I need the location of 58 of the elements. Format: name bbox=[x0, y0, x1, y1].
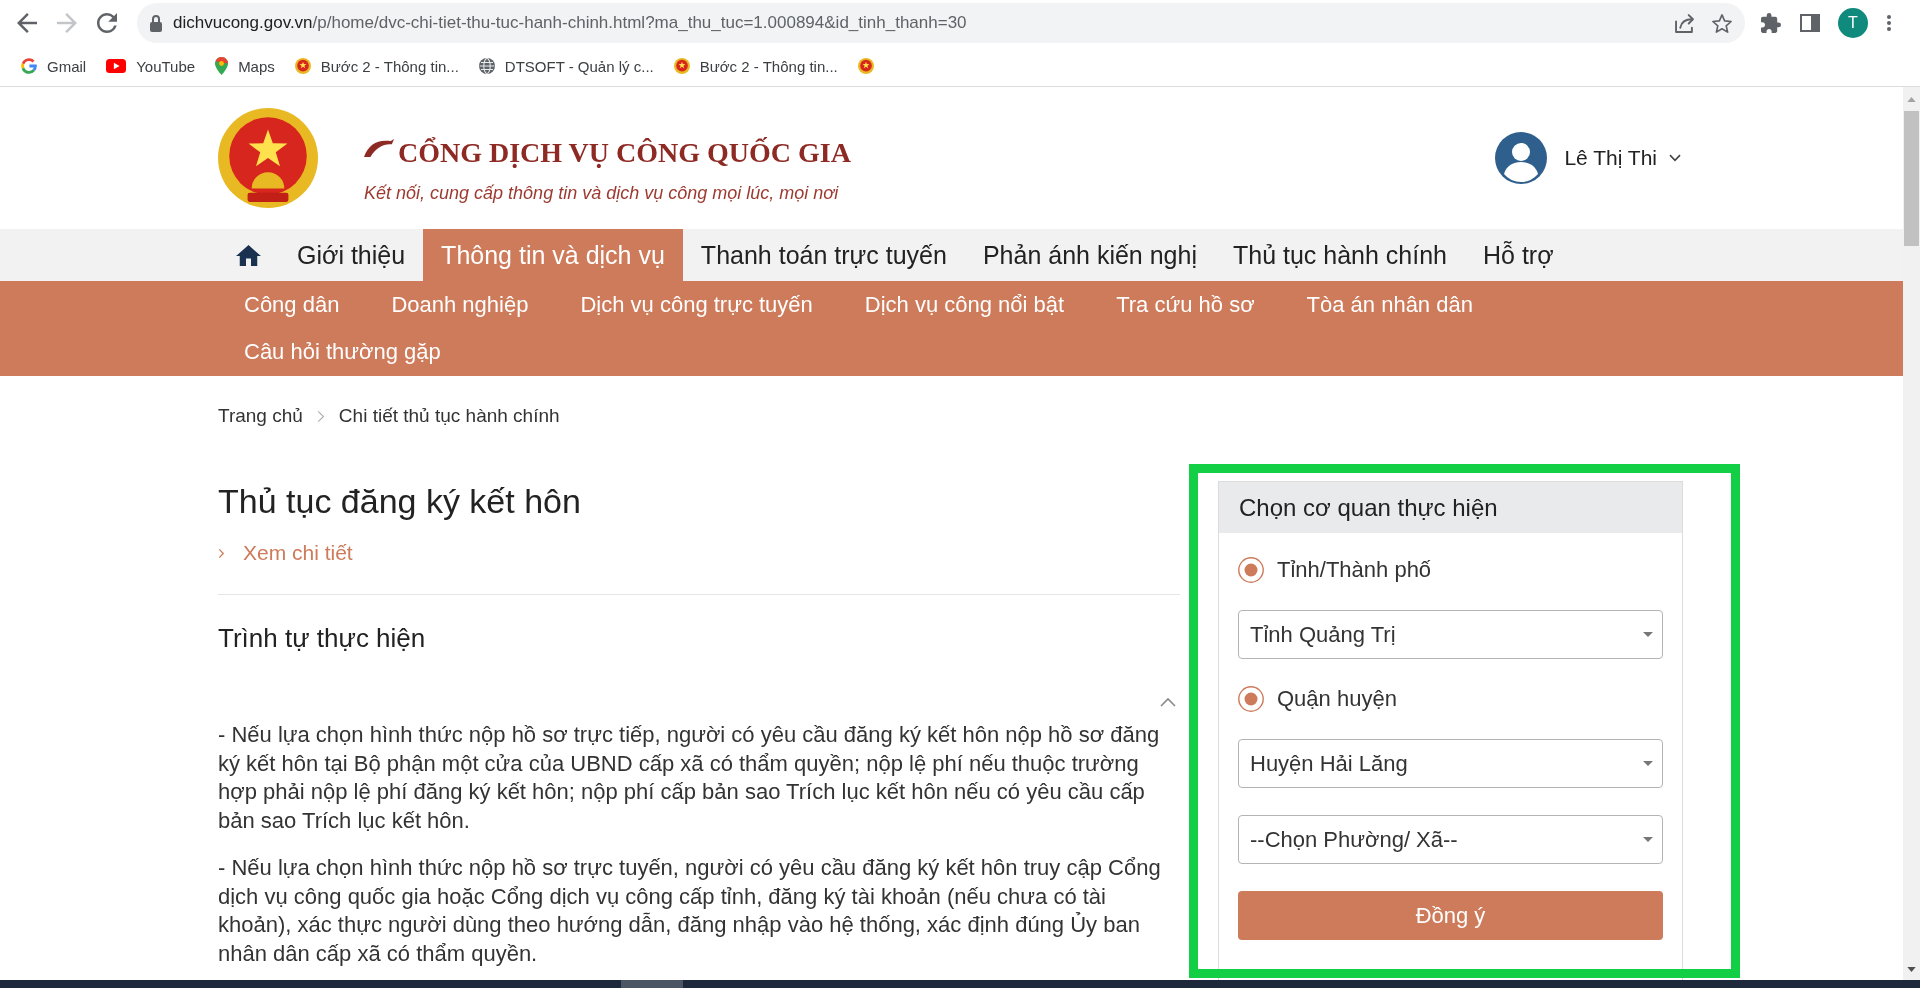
bookmark-item[interactable]: Bước 2 - Thông tin... bbox=[663, 51, 848, 81]
radio-label: Tỉnh/Thành phố bbox=[1277, 557, 1432, 583]
site-tagline: Kết nối, cung cấp thông tin và dịch vụ công mọi lúc, mọi nơi bbox=[364, 182, 840, 205]
menu-tab[interactable]: Phản ánh kiến nghị bbox=[964, 229, 1215, 281]
radio-button[interactable] bbox=[1238, 686, 1264, 712]
address-field[interactable]: dichvucong.gov.vn/p/home/dvc-chi-tiet-thu-tuc-hanh-chinh.html?ma_thu_tuc=1.000894&id_tinh_thanh=30 bbox=[137, 3, 1745, 43]
scroll-down-icon[interactable] bbox=[1907, 967, 1916, 972]
globe-icon bbox=[478, 58, 495, 74]
dropdown[interactable]: --Chọn Phường/ Xã-- bbox=[1238, 815, 1663, 864]
star-emblem-icon bbox=[857, 58, 874, 74]
dropdown[interactable]: Huyện Hải Lăng bbox=[1238, 739, 1663, 788]
back-icon[interactable] bbox=[17, 13, 37, 33]
reload-icon[interactable] bbox=[97, 13, 117, 33]
star-icon[interactable] bbox=[1712, 13, 1732, 33]
caret-down-icon bbox=[1643, 632, 1653, 637]
scrollbar[interactable] bbox=[1903, 87, 1920, 980]
page-title: Thủ tục đăng ký kết hôn bbox=[218, 481, 582, 521]
panel-header: Chọn cơ quan thực hiện bbox=[1219, 482, 1682, 533]
side-panel-icon[interactable] bbox=[1800, 14, 1820, 32]
scrollbar-thumb[interactable] bbox=[1904, 111, 1919, 246]
star-emblem-icon bbox=[294, 58, 311, 74]
chevron-right-icon bbox=[316, 409, 325, 423]
site-title: CỔNG DỊCH VỤ CÔNG QUỐC GIA bbox=[398, 136, 851, 170]
user-menu-button[interactable]: Lê Thị Thi bbox=[1564, 146, 1681, 170]
bookmark-item[interactable]: Gmail bbox=[11, 51, 97, 81]
bookmark-item[interactable]: DTSOFT - Quản lý c... bbox=[468, 51, 664, 81]
paragraph: - Nếu lựa chọn hình thức nộp hồ sơ trực tuyến, người có yêu cầu đăng ký kết hôn truy cập Cổng dịch vụ công quốc gia hoặc Cổng dịch vụ công cấp tỉnh, đăng ký tài khoản (nếu chưa có tài khoản), xác thực người dùng theo hướng dẫn, đăng nhập vào hệ thống, xác định đúng Ủy ban nhân dân cấp xã có thẩm quyền. bbox=[218, 854, 1162, 968]
breadcrumb-link[interactable]: Trang chủ bbox=[218, 404, 303, 428]
menu-tab[interactable]: Thanh toán trực tuyến bbox=[682, 229, 965, 281]
puzzle-icon[interactable] bbox=[1761, 13, 1781, 33]
dropdown[interactable]: Tỉnh Quảng Trị bbox=[1238, 610, 1663, 659]
bookmark-item[interactable]: Maps bbox=[205, 51, 285, 81]
chevron-up-icon[interactable] bbox=[1160, 697, 1176, 707]
menu-tab[interactable]: Hỗ trợ bbox=[1465, 229, 1572, 281]
chevron-right-icon bbox=[218, 547, 225, 559]
caret-down-icon bbox=[1643, 837, 1653, 842]
profile-avatar[interactable]: T bbox=[1838, 8, 1868, 38]
paragraph: - Nếu lựa chọn hình thức nộp hồ sơ trực tiếp, người có yêu cầu đăng ký kết hôn nộp hồ sơ đăng ký kết hôn tại Bộ phận một cửa của UBND cấp xã có thẩm quyền; nộp lệ phí nếu thuộc trường hợp phải nộp lệ phí đăng ký kết hôn; nộp phí cấp bản sao Trích lục kết hôn nếu có yêu cầu cấp bản sao Trích lục kết hôn. bbox=[218, 721, 1161, 835]
bird-icon bbox=[364, 139, 394, 157]
breadcrumb-current: Chi tiết thủ tục hành chính bbox=[338, 404, 560, 428]
google-g-icon bbox=[21, 58, 37, 74]
menu-tab[interactable]: Thủ tục hành chính bbox=[1214, 229, 1465, 281]
menu-icon[interactable] bbox=[1887, 15, 1891, 31]
radio-button[interactable] bbox=[1238, 557, 1264, 583]
radio-label: Quận huyện bbox=[1277, 686, 1397, 712]
video-play-icon bbox=[106, 59, 127, 73]
bookmark-item[interactable]: Bước 2 - Thông tin... bbox=[284, 51, 469, 81]
caret-down-icon bbox=[1643, 761, 1653, 766]
chevron-down-icon bbox=[1669, 154, 1681, 162]
map-pin-icon bbox=[215, 57, 229, 75]
home-icon bbox=[236, 244, 261, 266]
lock-icon bbox=[150, 14, 162, 32]
user-avatar-icon[interactable] bbox=[1495, 132, 1548, 184]
share-icon[interactable] bbox=[1675, 13, 1694, 33]
section-heading: Trình tự thực hiện bbox=[218, 622, 427, 654]
star-emblem-icon bbox=[673, 58, 690, 74]
menu-tab[interactable]: Giới thiệu bbox=[279, 229, 424, 281]
bookmark-item[interactable]: YouTube bbox=[96, 51, 206, 81]
